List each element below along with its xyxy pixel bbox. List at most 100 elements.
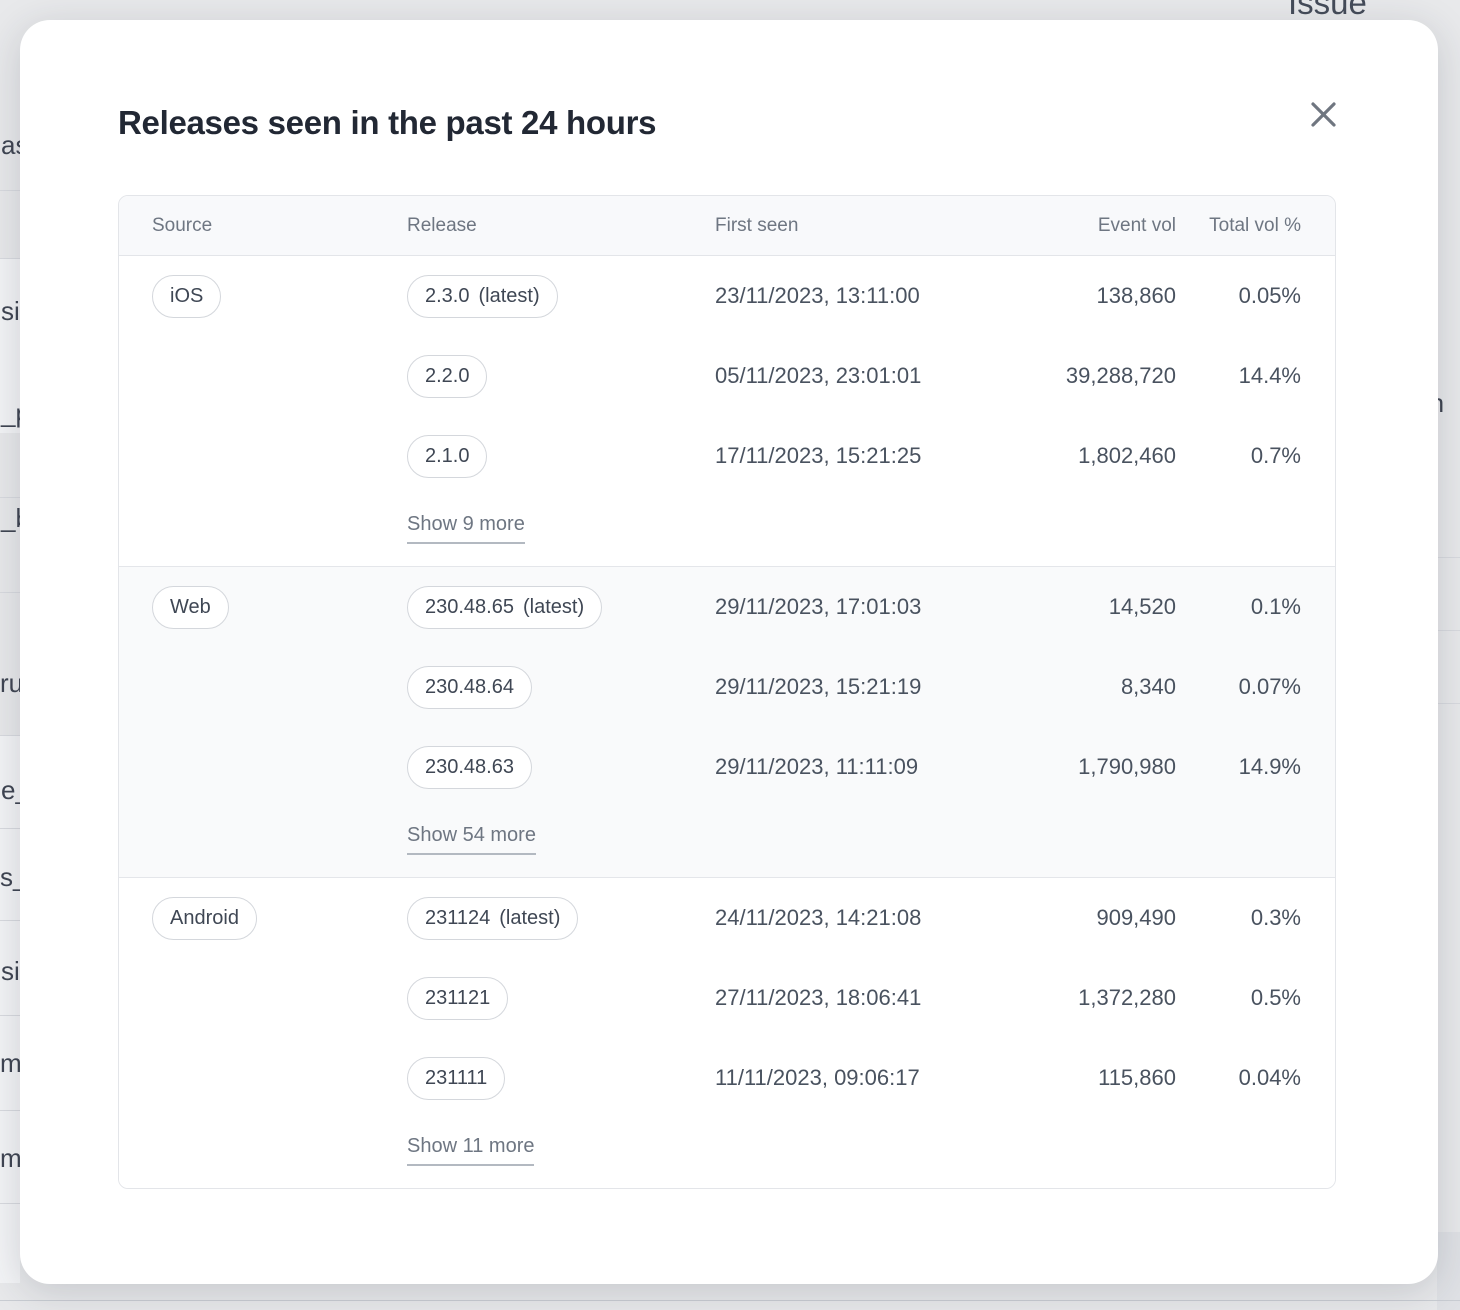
close-button[interactable]	[1303, 94, 1343, 134]
event-vol-value: 1,790,980	[949, 754, 1176, 780]
event-vol-value: 39,288,720	[949, 363, 1176, 389]
backdrop-row-divider	[0, 828, 20, 829]
first-seen-value: 29/11/2023, 17:01:03	[715, 594, 949, 620]
total-vol-value: 0.05%	[1176, 283, 1301, 309]
show-more-row: Show 9 more	[119, 496, 1335, 566]
first-seen-value: 17/11/2023, 15:21:25	[715, 443, 949, 469]
total-vol-value: 0.1%	[1176, 594, 1301, 620]
backdrop-text-fragment: si	[1, 956, 20, 987]
release-version: 231124	[425, 907, 490, 930]
column-header-source: Source	[152, 215, 407, 237]
table-header-row: Source Release First seen Event vol Tota…	[119, 196, 1335, 256]
backdrop-row-divider	[0, 1203, 20, 1204]
release-latest-suffix: (latest)	[523, 596, 584, 619]
table-row: 231121 27/11/2023, 18:06:41 1,372,280 0.…	[119, 958, 1335, 1038]
event-vol-value: 14,520	[949, 594, 1176, 620]
release-version: 231121	[425, 987, 490, 1010]
release-badge: 231124 (latest)	[407, 897, 578, 940]
release-latest-suffix: (latest)	[478, 285, 539, 308]
first-seen-value: 29/11/2023, 11:11:09	[715, 754, 949, 780]
source-badge: Web	[152, 586, 229, 629]
show-more-link[interactable]: Show 9 more	[407, 513, 525, 544]
backdrop-row-divider	[0, 735, 20, 736]
release-badge: 230.48.65 (latest)	[407, 586, 602, 629]
table-row: iOS 2.3.0 (latest) 23/11/2023, 13:11:00 1…	[119, 256, 1335, 336]
backdrop-side-panel	[1437, 1232, 1460, 1310]
total-vol-value: 14.4%	[1176, 363, 1301, 389]
table-row: 2.2.0 05/11/2023, 23:01:01 39,288,720 14…	[119, 336, 1335, 416]
table-row: 230.48.63 29/11/2023, 11:11:09 1,790,980…	[119, 727, 1335, 807]
release-version: 2.3.0	[425, 285, 469, 308]
table-row: 2.1.0 17/11/2023, 15:21:25 1,802,460 0.7…	[119, 416, 1335, 496]
backdrop-row-divider	[0, 190, 20, 191]
source-badge: Android	[152, 897, 257, 940]
release-version: 231111	[425, 1067, 487, 1090]
release-version: 2.2.0	[425, 365, 469, 388]
show-more-link[interactable]: Show 54 more	[407, 824, 536, 855]
release-version: 230.48.63	[425, 756, 514, 779]
total-vol-value: 14.9%	[1176, 754, 1301, 780]
release-badge: 230.48.63	[407, 746, 532, 789]
column-header-first-seen: First seen	[715, 215, 949, 237]
release-group-web: Web 230.48.65 (latest) 29/11/2023, 17:01:…	[119, 566, 1335, 877]
total-vol-value: 0.07%	[1176, 674, 1301, 700]
release-badge: 231111	[407, 1057, 505, 1100]
release-version: 230.48.65	[425, 596, 514, 619]
first-seen-value: 24/11/2023, 14:21:08	[715, 905, 949, 931]
column-header-release: Release	[407, 215, 715, 237]
backdrop-row-divider	[0, 920, 20, 921]
backdrop-row-divider	[0, 497, 20, 498]
event-vol-value: 1,372,280	[949, 985, 1176, 1011]
first-seen-value: 05/11/2023, 23:01:01	[715, 363, 949, 389]
first-seen-value: 11/11/2023, 09:06:17	[715, 1065, 949, 1091]
release-badge: 2.1.0	[407, 435, 487, 478]
release-group-ios: iOS 2.3.0 (latest) 23/11/2023, 13:11:00 1…	[119, 256, 1335, 566]
backdrop-row-divider	[0, 1110, 20, 1111]
event-vol-value: 1,802,460	[949, 443, 1176, 469]
total-vol-value: 0.04%	[1176, 1065, 1301, 1091]
backdrop-text-fragment: m	[0, 1143, 22, 1174]
release-badge: 2.3.0 (latest)	[407, 275, 558, 318]
total-vol-value: 0.7%	[1176, 443, 1301, 469]
backdrop-bottom-divider	[0, 1300, 1460, 1301]
backdrop-issue-column-header: Issue	[1288, 0, 1367, 22]
backdrop-row-divider	[1437, 557, 1460, 558]
release-badge: 231121	[407, 977, 508, 1020]
release-group-android: Android 231124 (latest) 24/11/2023, 14:21…	[119, 877, 1335, 1188]
release-badge: 2.2.0	[407, 355, 487, 398]
backdrop-row-divider	[1437, 630, 1460, 631]
column-header-total-vol: Total vol %	[1176, 215, 1301, 237]
modal-title: Releases seen in the past 24 hours	[118, 104, 1340, 142]
backdrop-row-divider	[1437, 703, 1460, 704]
event-vol-value: 115,860	[949, 1065, 1176, 1091]
backdrop-row-divider	[0, 592, 20, 593]
show-more-row: Show 54 more	[119, 807, 1335, 877]
close-icon	[1310, 101, 1337, 128]
source-badge: iOS	[152, 275, 221, 318]
event-vol-value: 8,340	[949, 674, 1176, 700]
event-vol-value: 138,860	[949, 283, 1176, 309]
total-vol-value: 0.3%	[1176, 905, 1301, 931]
show-more-row: Show 11 more	[119, 1118, 1335, 1188]
releases-table: Source Release First seen Event vol Tota…	[118, 195, 1336, 1189]
backdrop-text-fragment: m	[0, 1048, 22, 1079]
release-latest-suffix: (latest)	[499, 907, 560, 930]
first-seen-value: 29/11/2023, 15:21:19	[715, 674, 949, 700]
first-seen-value: 23/11/2023, 13:11:00	[715, 283, 949, 309]
show-more-link[interactable]: Show 11 more	[407, 1135, 534, 1166]
table-row: 231111 11/11/2023, 09:06:17 115,860 0.04…	[119, 1038, 1335, 1118]
table-row: Web 230.48.65 (latest) 29/11/2023, 17:01:…	[119, 567, 1335, 647]
release-version: 2.1.0	[425, 445, 469, 468]
total-vol-value: 0.5%	[1176, 985, 1301, 1011]
first-seen-value: 27/11/2023, 18:06:41	[715, 985, 949, 1011]
release-badge: 230.48.64	[407, 666, 532, 709]
modal-header: Releases seen in the past 24 hours	[118, 20, 1340, 195]
backdrop-text-fragment: si	[1, 296, 20, 327]
backdrop-row-divider	[0, 1015, 20, 1016]
releases-modal: Releases seen in the past 24 hours Sourc…	[20, 20, 1438, 1284]
column-header-event-vol: Event vol	[949, 215, 1176, 237]
table-row: Android 231124 (latest) 24/11/2023, 14:21…	[119, 878, 1335, 958]
release-version: 230.48.64	[425, 676, 514, 699]
backdrop-row-patch	[0, 735, 20, 1283]
table-row: 230.48.64 29/11/2023, 15:21:19 8,340 0.0…	[119, 647, 1335, 727]
